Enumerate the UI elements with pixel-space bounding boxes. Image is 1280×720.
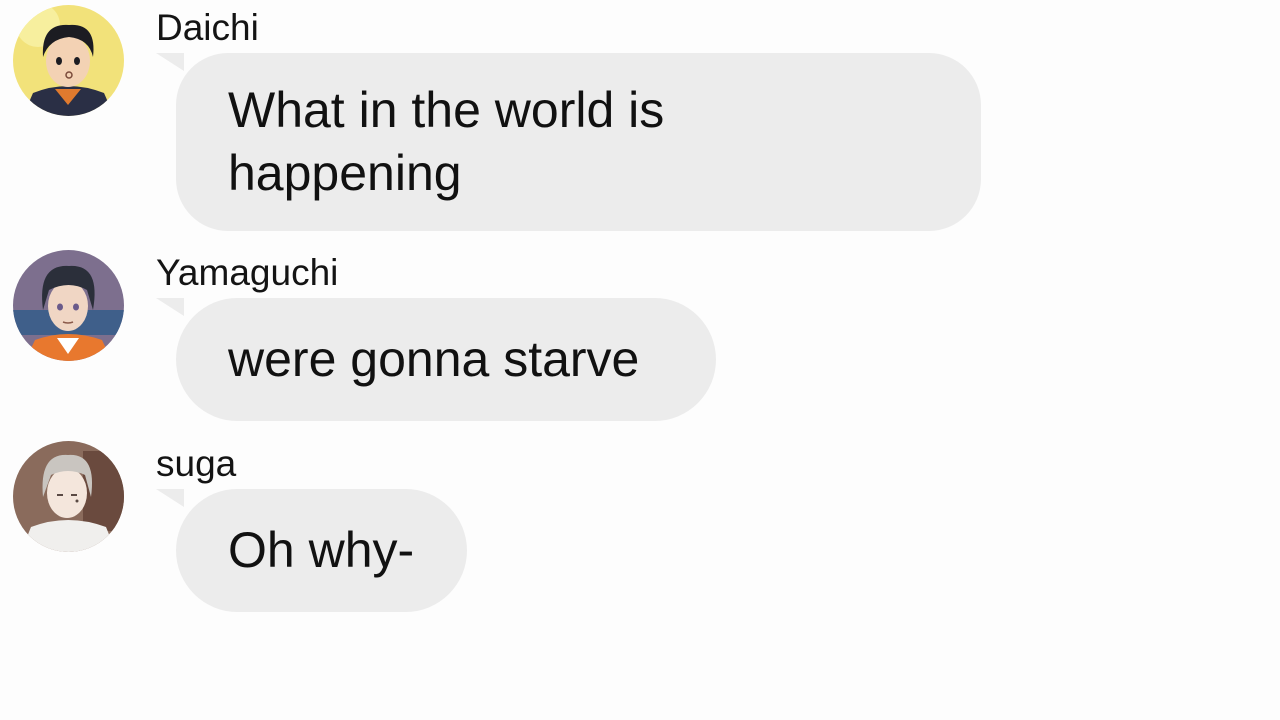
message-bubble[interactable]: What in the world is happening (176, 53, 981, 231)
daichi-avatar-icon (13, 5, 124, 116)
sender-name: Yamaguchi (156, 252, 339, 293)
bubble-tail (156, 298, 184, 316)
message-text: Oh why- (228, 522, 415, 578)
avatar[interactable] (13, 5, 124, 116)
sender-name: suga (156, 443, 237, 484)
message-bubble[interactable]: were gonna starve (176, 298, 716, 421)
bubble-tail (156, 489, 184, 507)
avatar[interactable] (13, 250, 124, 361)
message-bubble[interactable]: Oh why- (176, 489, 467, 612)
yamaguchi-avatar-icon (13, 250, 124, 361)
suga-avatar-icon (13, 441, 124, 552)
bubble-tail (156, 53, 184, 71)
message-text: were gonna starve (228, 331, 640, 387)
chat-thread: Daichi What in the world is happening Ya… (0, 0, 1280, 720)
avatar[interactable] (13, 441, 124, 552)
message-text: What in the world is happening (228, 82, 665, 201)
sender-name: Daichi (156, 7, 259, 48)
